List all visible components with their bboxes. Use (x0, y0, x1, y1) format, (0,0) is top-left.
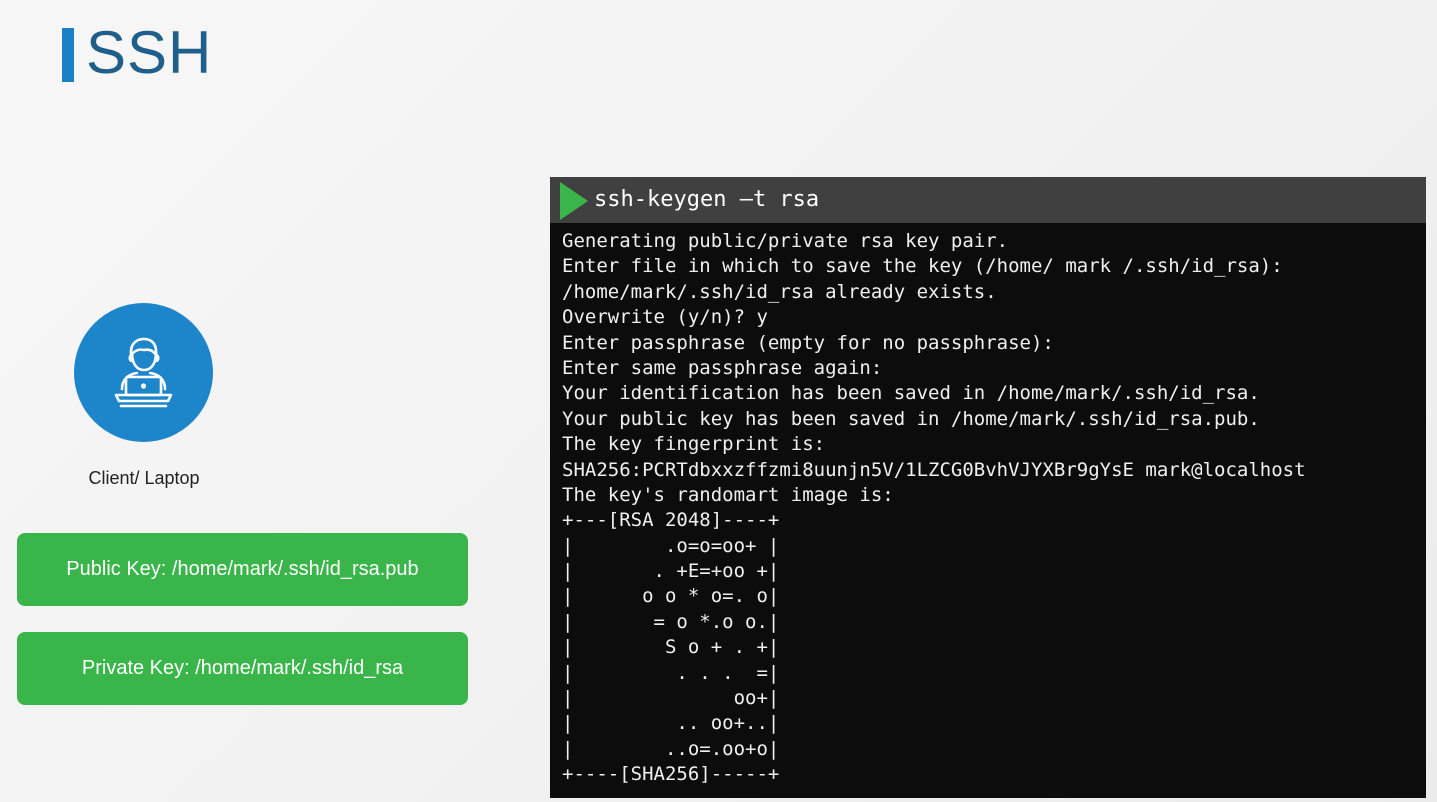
play-icon (560, 182, 588, 220)
terminal-line: | . +E=+oo +| (562, 560, 780, 583)
terminal-line: | . . . =| (562, 661, 780, 684)
terminal-command: ssh-keygen –t rsa (594, 187, 820, 212)
terminal-line: The key fingerprint is: (562, 433, 826, 456)
terminal-line: | = o *.o o.| (562, 610, 780, 633)
client-avatar (74, 303, 213, 442)
terminal-line: Enter same passphrase again: (562, 356, 883, 379)
client-label: Client/ Laptop (88, 468, 200, 488)
terminal-line: Your public key has been saved in /home/… (562, 407, 1260, 430)
person-laptop-icon (114, 337, 173, 408)
terminal-line: +---[RSA 2048]----+ (562, 509, 780, 532)
terminal-line: Enter file in which to save the key (/ho… (562, 255, 1283, 278)
terminal-line: Enter passphrase (empty for no passphras… (562, 331, 1054, 354)
terminal-line: | oo+| (562, 687, 780, 710)
terminal-window: ssh-keygen –t rsa Generating public/priv… (550, 177, 1426, 798)
page-title: SSH (86, 19, 213, 86)
public-key-box: Public Key: /home/mark/.ssh/id_rsa.pub (17, 533, 468, 606)
terminal-line: The key's randomart image is: (562, 483, 894, 506)
terminal-line: | S o + . +| (562, 636, 780, 659)
terminal-line: /home/mark/.ssh/id_rsa already exists. (562, 280, 997, 303)
terminal-output: Generating public/private rsa key pair. E… (562, 229, 1306, 788)
terminal-line: +----[SHA256]-----+ (562, 763, 780, 786)
terminal-line: | .. oo+..| (562, 712, 780, 735)
terminal-line: | ..o=.oo+o| (562, 737, 780, 760)
terminal-command-bar: ssh-keygen –t rsa (550, 177, 1426, 223)
terminal-line: Your identification has been saved in /h… (562, 382, 1260, 405)
terminal-line: | o o * o=. o| (562, 585, 780, 608)
terminal-line: Overwrite (y/n)? y (562, 306, 768, 329)
terminal-line: Generating public/private rsa key pair. (562, 230, 1009, 252)
terminal-line: SHA256:PCRTdbxxzffzmi8uunjn5V/1LZCG0BvhV… (562, 458, 1306, 481)
private-key-box: Private Key: /home/mark/.ssh/id_rsa (17, 632, 468, 705)
title-accent-bar (62, 28, 74, 82)
terminal-line: | .o=o=oo+ | (562, 534, 780, 557)
